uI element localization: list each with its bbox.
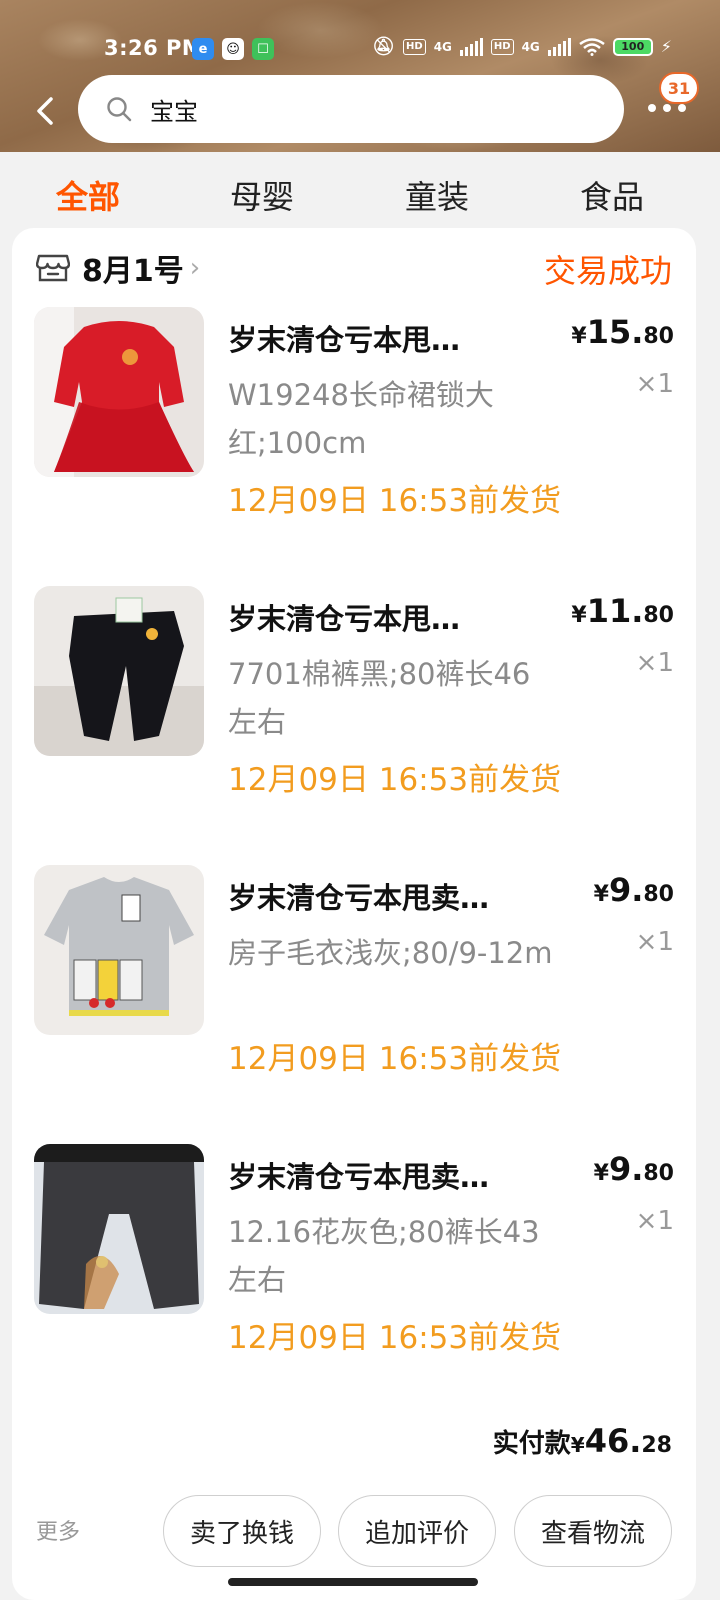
order-item[interactable]: 岁末清仓亏本甩… 7701棉裤黑;80裤长46左右 12月09日 16:53前发… (34, 586, 674, 856)
battery-icon: 100 (612, 37, 653, 56)
shipping-deadline: 12月09日 16:53前发货 (228, 1041, 562, 1077)
search-query: 宝宝 (150, 97, 198, 126)
charging-icon: ⚡︎ (660, 37, 672, 56)
shipping-deadline: 12月09日 16:53前发货 (228, 762, 562, 798)
product-spec: 7701棉裤黑;80裤长46左右 (228, 657, 531, 739)
product-image-black-pants (34, 586, 204, 756)
product-quantity: ×1 (635, 369, 674, 399)
tab-kids-clothing[interactable]: 童装 (405, 172, 469, 218)
add-review-button[interactable]: 追加评价 (338, 1495, 496, 1567)
header: 3:26 PM e ☺ ☐ 🔕︎ HD 4G HD 4G 100 ⚡︎ 宝宝 3… (0, 0, 720, 152)
order-item[interactable]: 岁末清仓亏本甩… W19248长命裙锁大红;100cm 12月09日 16:53… (34, 307, 674, 577)
product-spec: W19248长命裙锁大红;100cm (228, 378, 494, 460)
product-title: 岁末清仓亏本甩卖… (228, 1160, 490, 1194)
shipping-deadline: 12月09日 16:53前发货 (228, 1320, 562, 1356)
status-indicators: 🔕︎ HD 4G HD 4G 100 ⚡︎ (372, 36, 672, 57)
product-quantity: ×1 (635, 648, 674, 678)
home-indicator[interactable] (228, 1578, 478, 1586)
order-total: 实付款¥46.28 (492, 1422, 672, 1460)
browser-notification-icon: e (192, 38, 214, 60)
messenger-notification-icon: ☐ (252, 38, 274, 60)
message-count-badge: 31 (659, 72, 699, 104)
order-item[interactable]: 岁末清仓亏本甩卖… 12.16花灰色;80裤长43左右 12月09日 16:53… (34, 1144, 674, 1414)
store-icon (36, 254, 70, 282)
product-price: ¥11.80 (571, 592, 674, 630)
total-label: 实付款 (492, 1429, 571, 1459)
product-title: 岁末清仓亏本甩卖… (228, 881, 490, 915)
status-bar: 3:26 PM e ☺ ☐ 🔕︎ HD 4G HD 4G 100 ⚡︎ (0, 30, 720, 70)
more-dots-icon (648, 104, 686, 112)
shipping-deadline: 12月09日 16:53前发货 (228, 483, 562, 519)
status-app-icons: e ☺ ☐ (192, 38, 274, 60)
chevron-right-icon: › (189, 253, 201, 283)
product-image-red-dress (34, 307, 204, 477)
tab-all[interactable]: 全部 (56, 172, 120, 218)
order-status: 交易成功 (543, 252, 672, 290)
network-type-2: 4G (521, 39, 540, 54)
category-tabs: 全部 母婴 童装 食品 (0, 152, 720, 234)
product-quantity: ×1 (635, 1206, 674, 1236)
track-shipment-button[interactable]: 查看物流 (514, 1495, 672, 1567)
order-card: 8月1号 › 交易成功 岁末清仓亏本甩… W19248长命裙锁大红;100cm … (12, 228, 696, 1600)
more-actions-link[interactable]: 更多 (36, 1514, 80, 1546)
tab-food[interactable]: 食品 (580, 172, 644, 218)
product-spec: 房子毛衣浅灰;80/9-12m (228, 936, 553, 970)
product-spec: 12.16花灰色;80裤长43左右 (228, 1215, 540, 1297)
mute-icon: 🔕︎ (372, 36, 396, 57)
network-type-1: 4G (433, 39, 452, 54)
tab-mother-baby[interactable]: 母婴 (230, 172, 294, 218)
signal-icon (459, 37, 483, 56)
wifi-icon (579, 37, 605, 56)
product-price: ¥9.80 (593, 1150, 674, 1188)
search-input[interactable]: 宝宝 (78, 75, 624, 143)
shop-link[interactable]: 8月1号 › (36, 246, 200, 290)
product-price: ¥15.80 (571, 313, 674, 351)
product-price: ¥9.80 (593, 871, 674, 909)
product-title: 岁末清仓亏本甩… (228, 323, 461, 357)
product-quantity: ×1 (635, 927, 674, 957)
chevron-left-icon (37, 97, 53, 125)
resell-button[interactable]: 卖了换钱 (163, 1495, 321, 1567)
signal-icon-2 (547, 37, 571, 56)
product-image-house-sweater (34, 865, 204, 1035)
product-title: 岁末清仓亏本甩… (228, 602, 461, 636)
qq-notification-icon: ☺ (222, 38, 244, 60)
product-image-grey-pants (34, 1144, 204, 1314)
search-icon (107, 97, 132, 122)
hd-icon-2: HD (490, 38, 514, 55)
back-button[interactable] (30, 96, 60, 126)
hd-icon: HD (403, 38, 426, 55)
shop-name: 8月1号 (82, 254, 184, 289)
status-time: 3:26 PM (104, 36, 204, 60)
order-item[interactable]: 岁末清仓亏本甩卖… 房子毛衣浅灰;80/9-12m 12月09日 16:53前发… (34, 865, 674, 1135)
